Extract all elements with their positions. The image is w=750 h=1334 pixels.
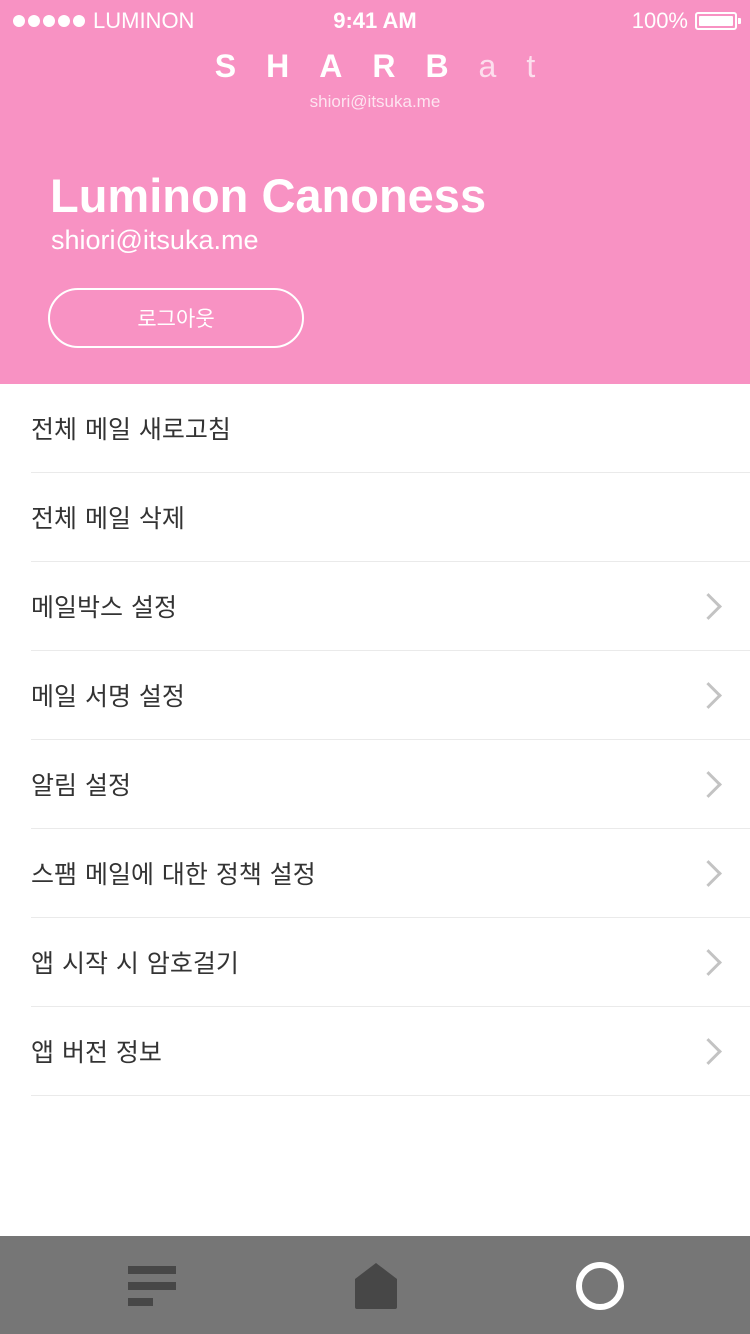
menu-item-label: 메일박스 설정 (31, 593, 177, 622)
menu-item-signature-settings[interactable]: 메일 서명 설정 (31, 651, 750, 740)
app-logo: SHARBat (0, 48, 750, 85)
chevron-right-icon (695, 949, 722, 976)
tab-mail-list[interactable] (0, 1236, 250, 1334)
bottom-tab-bar (0, 1236, 750, 1334)
status-right: 100% (631, 8, 741, 34)
logo-bold-text: SHARB (214, 48, 479, 84)
profile-circle-icon (576, 1262, 624, 1310)
chevron-right-icon (695, 771, 722, 798)
home-icon (355, 1263, 397, 1309)
tab-profile[interactable] (500, 1236, 750, 1334)
menu-item-label: 앱 시작 시 암호걸기 (31, 949, 239, 978)
menu-item-refresh-all-mail[interactable]: 전체 메일 새로고침 (31, 384, 750, 473)
chevron-right-icon (695, 682, 722, 709)
tab-home[interactable] (250, 1236, 500, 1334)
menu-item-label: 전체 메일 삭제 (31, 504, 185, 533)
menu-item-mailbox-settings[interactable]: 메일박스 설정 (31, 562, 750, 651)
menu-item-delete-all-mail[interactable]: 전체 메일 삭제 (31, 473, 750, 562)
battery-percent: 100% (631, 8, 688, 33)
list-icon (128, 1266, 176, 1306)
menu-item-notification-settings[interactable]: 알림 설정 (31, 740, 750, 829)
menu-item-app-version[interactable]: 앱 버전 정보 (31, 1007, 750, 1096)
menu-item-spam-policy-settings[interactable]: 스팸 메일에 대한 정책 설정 (31, 829, 750, 918)
battery-icon (695, 12, 741, 30)
chevron-right-icon (695, 593, 722, 620)
chevron-right-icon (695, 1038, 722, 1065)
menu-item-label: 앱 버전 정보 (31, 1038, 162, 1067)
profile-header: LUMINON 9:41 AM 100% SHARBat shiori@itsu… (0, 0, 750, 384)
status-bar: LUMINON 9:41 AM 100% (0, 0, 750, 40)
logout-button-label: 로그아웃 (137, 307, 215, 331)
menu-item-app-lock[interactable]: 앱 시작 시 암호걸기 (31, 918, 750, 1007)
profile-email: shiori@itsuka.me (51, 225, 259, 255)
chevron-right-icon (695, 860, 722, 887)
logout-button[interactable]: 로그아웃 (48, 288, 304, 348)
logo-light-text: at (478, 48, 566, 84)
profile-name: Luminon Canoness (50, 169, 487, 222)
menu-item-label: 메일 서명 설정 (31, 682, 185, 711)
menu-item-label: 스팸 메일에 대한 정책 설정 (31, 860, 316, 889)
logo-account-email: shiori@itsuka.me (309, 92, 441, 111)
settings-menu: 전체 메일 새로고침 전체 메일 삭제 메일박스 설정 메일 서명 설정 알림 … (0, 384, 750, 1096)
menu-item-label: 알림 설정 (31, 771, 131, 800)
menu-item-label: 전체 메일 새로고침 (31, 415, 231, 444)
